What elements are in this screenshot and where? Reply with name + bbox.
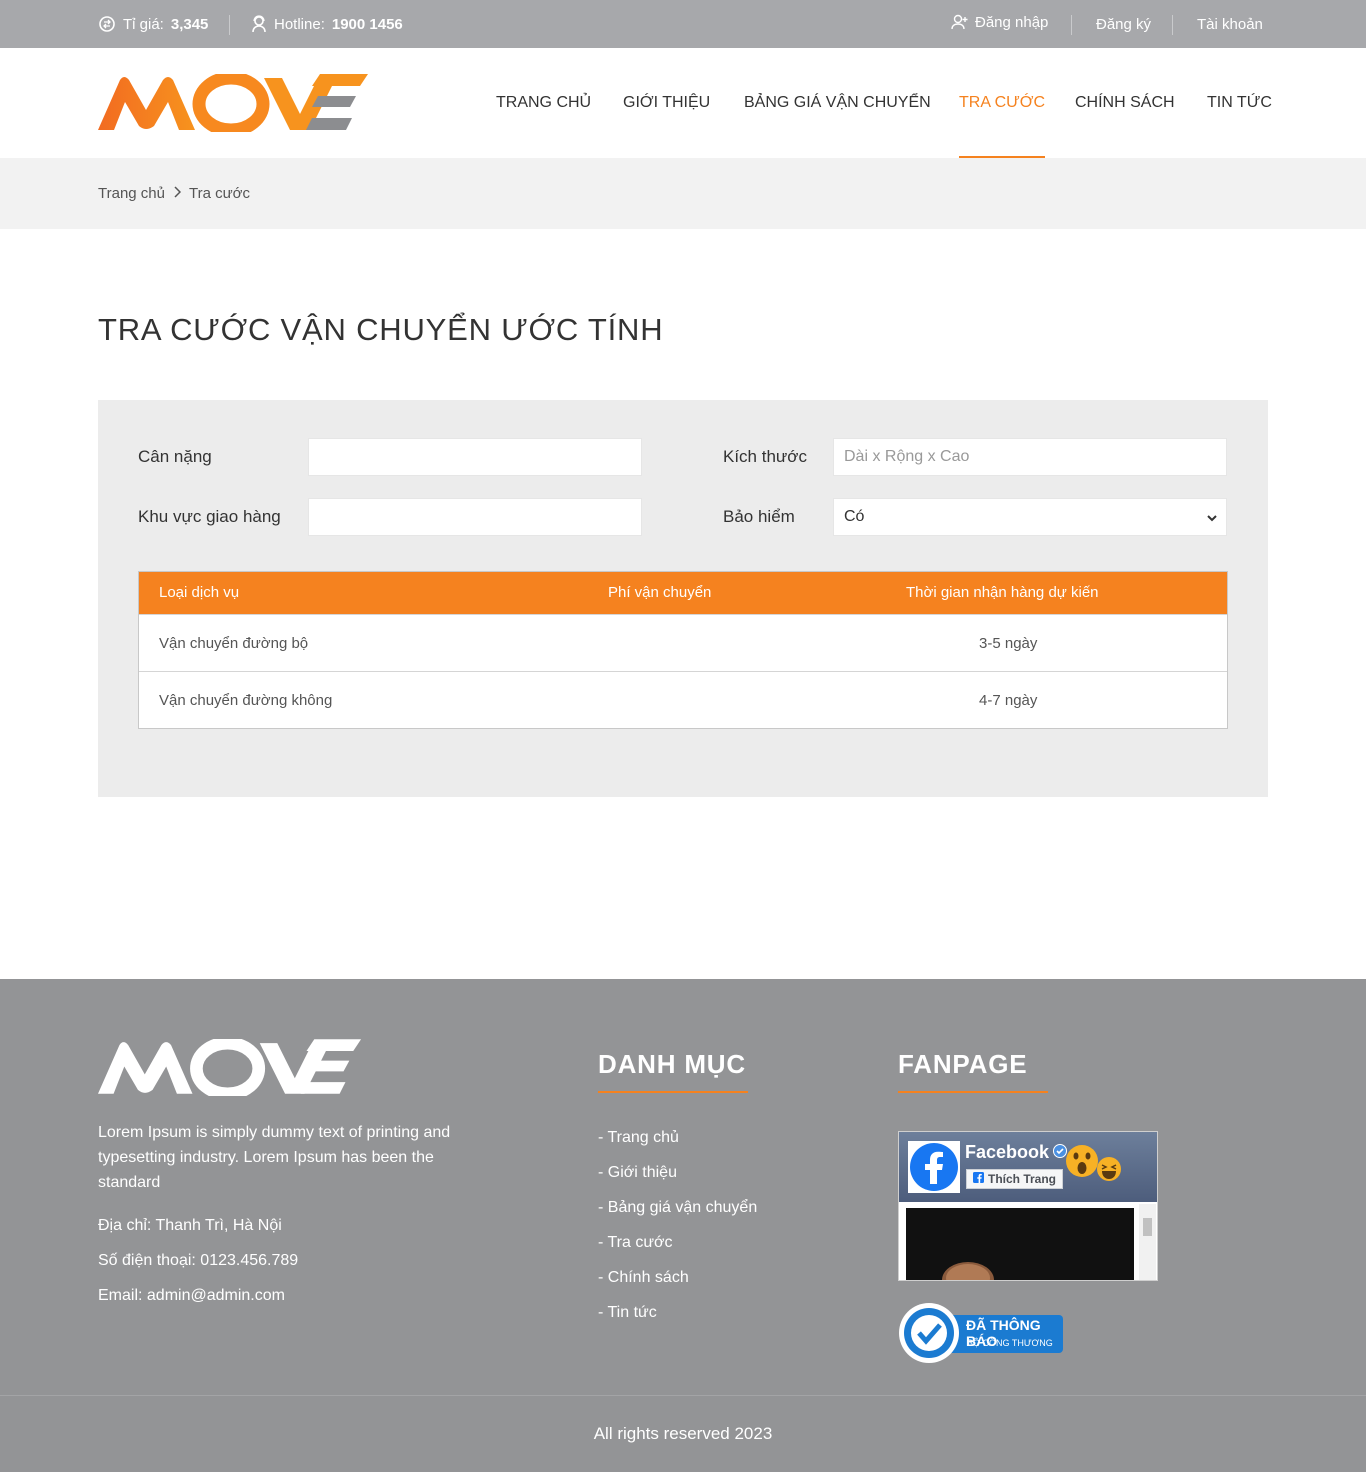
exchange-rate-label: Tỉ giá: [123,15,164,33]
insurance-select[interactable]: Có [833,498,1227,536]
wow-emoji-icon [1065,1144,1099,1183]
facebook-page-name[interactable]: Facebook [965,1142,1068,1163]
footer-about-text: Lorem Ipsum is simply dummy text of prin… [98,1124,451,1191]
facebook-cover: Facebook Thích Trang [899,1132,1157,1202]
footer-link-news[interactable]: - Tin tức [598,1304,657,1322]
hotline: Hotline: 1900 1456 [251,0,403,48]
exchange-rate: Tỉ giá: 3,345 [98,0,208,48]
exchange-rate-icon [98,15,116,33]
site-header: TRANG CHỦ GIỚI THIỆU BẢNG GIÁ VẬN CHUYỂN… [0,48,1366,158]
weight-input[interactable] [308,438,642,476]
exchange-rate-value: 3,345 [170,15,209,33]
register-link[interactable]: Đăng ký [1096,0,1151,48]
footer-menu-heading: DANH MỤC [598,1049,746,1079]
hotline-number[interactable]: 1900 1456 [332,16,403,33]
delivery-area-label: Khu vực giao hàng [138,507,281,526]
table-header: Loại dịch vụ Phí vận chuyển Thời gian nh… [139,572,1227,614]
top-bar: Tỉ giá: 3,345 Hotline: 1900 1456 Đăng nh… [0,0,1366,48]
divider [1071,15,1072,35]
rate-table: Loại dịch vụ Phí vận chuyển Thời gian nh… [138,571,1228,729]
hotline-label: Hotline: [274,15,325,33]
facebook-page-name-text: Facebook [965,1142,1050,1162]
footer-address: Địa chỉ: Thanh Trì, Hà Nội [98,1217,282,1234]
registered-ministry-badge[interactable]: ĐÃ THÔNG BÁO BỘ CÔNG THƯƠNG [898,1302,1064,1364]
insurance-selected-value: Có [844,508,865,525]
service-cell: Vận chuyển đường không [159,692,333,709]
facebook-f-icon [973,1172,984,1186]
login-label[interactable]: Đăng nhập [975,14,1048,31]
insurance-label: Bảo hiểm [723,507,795,526]
nav-policy[interactable]: CHÍNH SÁCH [1075,48,1175,158]
column-header-fee: Phí vận chuyển [608,584,712,601]
nav-pricing[interactable]: BẢNG GIÁ VẬN CHUYỂN [744,48,931,158]
table-row: Vận chuyển đường không 4-7 ngày [139,671,1227,728]
heading-underline [898,1091,1048,1093]
badge-line2: BỘ CÔNG THƯƠNG [967,1338,1053,1348]
breadcrumb-home[interactable]: Trang chủ [98,185,165,202]
login-link[interactable]: Đăng nhập [951,0,1048,46]
footer-link-home[interactable]: - Trang chủ [598,1129,679,1147]
footer-logo[interactable] [98,1036,363,1101]
chevron-down-icon [1206,511,1218,529]
divider [229,15,230,35]
footer-link-policy[interactable]: - Chính sách [598,1269,689,1287]
account-link[interactable]: Tài khoản [1197,0,1263,48]
column-header-delivery-time: Thời gian nhận hàng dự kiến [906,584,1099,601]
delivery-time-cell: 4-7 ngày [979,692,1038,709]
breadcrumb: Trang chủ Tra cước [98,158,250,229]
service-cell: Vận chuyển đường bộ [159,635,309,652]
nav-rate-lookup[interactable]: TRA CƯỚC [959,48,1046,158]
account-label[interactable]: Tài khoản [1197,16,1263,33]
size-label: Kích thước [723,447,807,466]
weight-label: Cân nặng [138,447,212,466]
table-row: Vận chuyển đường bộ 3-5 ngày [139,614,1227,671]
facebook-logo-icon [908,1141,960,1193]
footer-phone: Số điện thoại: 0123.456.789 [98,1252,299,1269]
facebook-like-label: Thích Trang [988,1172,1057,1186]
heading-underline [598,1091,748,1093]
support-agent-icon [251,15,267,33]
nav-about[interactable]: GIỚI THIỆU [623,48,710,158]
footer-fanpage-heading: FANPAGE [898,1049,1028,1079]
site-logo[interactable] [98,71,370,137]
facebook-video-thumbnail[interactable] [906,1208,1134,1280]
scrollbar-thumb[interactable] [1143,1218,1152,1236]
breadcrumb-current: Tra cước [188,185,250,202]
user-add-icon [951,14,968,30]
footer-email: Email: admin@admin.com [98,1287,285,1304]
footer-link-pricing[interactable]: - Bảng giá vận chuyển [598,1199,757,1217]
chevron-right-icon [173,185,182,202]
laugh-emoji-icon [1096,1156,1122,1187]
rate-form-panel: Cân nặng Kích thước Khu vực giao hàng Bả… [98,400,1268,797]
delivery-area-input[interactable] [308,498,642,536]
footer-link-about[interactable]: - Giới thiệu [598,1164,677,1182]
facebook-page-widget[interactable]: Facebook Thích Trang [898,1131,1158,1281]
nav-home[interactable]: TRANG CHỦ [496,48,591,158]
copyright-text: All rights reserved 2023 [593,1423,773,1443]
facebook-like-button[interactable]: Thích Trang [966,1169,1064,1189]
register-label[interactable]: Đăng ký [1096,16,1151,33]
divider [1172,15,1173,35]
widget-scrollbar[interactable] [1139,1204,1156,1280]
breadcrumb-bar: Trang chủ Tra cước [0,158,1366,229]
delivery-time-cell: 3-5 ngày [979,635,1038,652]
column-header-service: Loại dịch vụ [159,584,240,601]
site-footer: Lorem Ipsum is simply dummy text of prin… [0,979,1366,1472]
size-input[interactable] [833,438,1227,476]
nav-news[interactable]: TIN TỨC [1207,48,1272,158]
page-title: TRA CƯỚC VẬN CHUYỂN ƯỚC TÍNH [98,312,664,347]
footer-link-rate-lookup[interactable]: - Tra cước [598,1234,673,1252]
